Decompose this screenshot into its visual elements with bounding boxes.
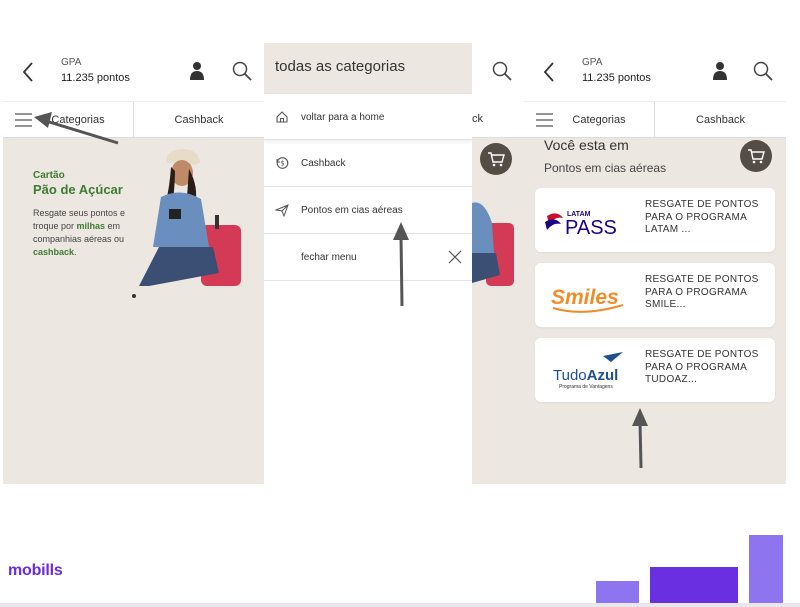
screen-menu: todas as categorias voltar para a home $… — [264, 43, 527, 484]
back-arrow-icon[interactable] — [540, 60, 558, 84]
search-icon — [492, 61, 512, 81]
cart-icon — [488, 152, 505, 167]
cashback-icon: $ — [276, 157, 289, 169]
points-balance: 11.235 pontos — [61, 72, 130, 84]
menu-item-airlines[interactable]: Pontos em cias aéreas — [264, 187, 472, 234]
svg-text:Programa de Vantagens: Programa de Vantagens — [559, 384, 613, 390]
home-icon — [276, 111, 288, 123]
back-arrow-icon[interactable] — [19, 60, 37, 84]
menu-item-home[interactable]: voltar para a home — [264, 93, 472, 140]
categories-menu: todas as categorias voltar para a home $… — [264, 43, 472, 484]
user-icon[interactable] — [189, 61, 205, 81]
screen-airline-points: GPA 11.235 pontos Categorias Cashback Vo… — [524, 43, 786, 484]
user-icon[interactable] — [712, 61, 728, 81]
store-name: GPA — [61, 57, 82, 68]
menu-item-cashback[interactable]: $ Cashback — [264, 140, 472, 187]
tudoazul-logo: TudoAzul Programa de Vantagens — [553, 352, 623, 390]
tab-peek: ck — [472, 101, 527, 138]
svg-text:PASS: PASS — [565, 217, 617, 239]
tab-cashback[interactable]: Cashback — [654, 102, 786, 138]
cart-button — [480, 143, 512, 175]
menu-title: todas as categorias — [264, 43, 472, 93]
card-description: RESGATE DE PONTOS PARA O PROGRAMA SMILE.… — [645, 274, 759, 310]
smiles-logo: Smiles — [551, 286, 624, 313]
carousel-indicator[interactable] — [132, 294, 136, 298]
points-balance: 11.235 pontos — [582, 72, 651, 84]
banner-illustration-peek — [472, 202, 514, 286]
tab-bar: Categorias Cashback — [524, 101, 786, 138]
underlying-screen-peek: ck — [472, 43, 527, 484]
section-subtitle: Pontos em cias aéreas — [544, 161, 667, 175]
cart-icon — [748, 149, 765, 164]
footer-divider — [0, 603, 800, 607]
card-description: RESGATE DE PONTOS PARA O PROGRAMA LATAM … — [645, 199, 759, 235]
tab-categories[interactable]: Categorias — [3, 102, 133, 138]
section-title: Você esta em — [544, 137, 629, 153]
menu-item-close[interactable]: fechar menu — [264, 234, 472, 281]
decor-bar — [650, 567, 738, 607]
airline-card-smiles[interactable]: Smiles RESGATE DE PONTOS PARA O PROGRAMA… — [535, 263, 775, 327]
mobills-logo: mobills — [8, 562, 63, 579]
menu-item-label: Cashback — [301, 158, 346, 169]
tab-categories[interactable]: Categorias — [524, 102, 654, 138]
woman-with-suitcase-illustration — [139, 149, 241, 286]
screen-home: GPA 11.235 pontos Categorias Cashback Ca… — [3, 43, 264, 484]
decor-bar — [749, 535, 783, 607]
menu-item-label: fechar menu — [301, 252, 357, 263]
search-icon[interactable] — [231, 60, 253, 82]
airplane-icon — [275, 204, 289, 217]
latam-pass-logo: LATAM PASS — [545, 211, 617, 239]
airline-card-latam[interactable]: LATAM PASS RESGATE DE PONTOS PARA O PROG… — [535, 188, 775, 252]
menu-item-label: voltar para a home — [301, 112, 385, 123]
svg-text:Smiles: Smiles — [551, 286, 619, 309]
tab-bar: Categorias Cashback — [3, 101, 264, 138]
banner-text: Resgate seus pontos e troque por milhas … — [33, 208, 126, 257]
svg-text:$: $ — [280, 160, 284, 168]
banner-line2: Pão de Açúcar — [33, 182, 123, 197]
airline-card-tudoazul[interactable]: TudoAzul Programa de Vantagens RESGATE D… — [535, 338, 775, 402]
search-icon[interactable] — [752, 60, 774, 82]
header: GPA 11.235 pontos — [3, 43, 264, 101]
store-name: GPA — [582, 57, 603, 68]
close-icon[interactable] — [448, 250, 462, 264]
menu-item-label: Pontos em cias aéreas — [301, 205, 403, 216]
promo-banner[interactable]: Cartão Pão de Açúcar Resgate seus pontos… — [11, 143, 251, 286]
banner-line1: Cartão — [33, 170, 65, 181]
svg-text:TudoAzul: TudoAzul — [553, 367, 618, 384]
tab-cashback[interactable]: Cashback — [133, 102, 264, 138]
card-description: RESGATE DE PONTOS PARA O PROGRAMA TUDOAZ… — [645, 349, 759, 385]
cart-button[interactable] — [740, 140, 772, 172]
header: GPA 11.235 pontos — [524, 43, 786, 101]
